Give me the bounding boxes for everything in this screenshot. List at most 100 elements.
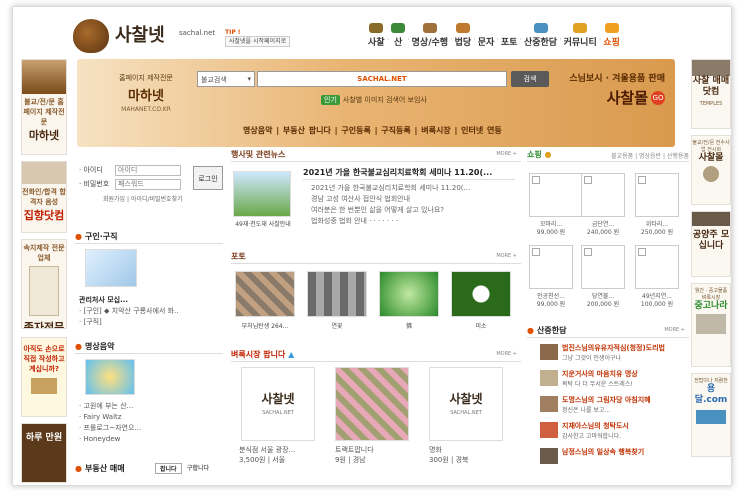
talk-item[interactable]: 남정스님의 일상속 행복찾기 — [540, 447, 690, 467]
photo-caption[interactable]: 연꽃 — [307, 321, 367, 330]
shop-category-links[interactable]: 불교용품 | 명상음반 | 산행용품 — [611, 151, 689, 160]
market-title[interactable]: 벼룩시장 팝니다 ▲ — [231, 349, 521, 360]
photo-thumb[interactable] — [235, 271, 295, 317]
tip-box[interactable]: TIP ! 사찰넷을 시작페이지로 — [225, 29, 291, 47]
list-item[interactable]: · 프롤로그~자연으... — [79, 423, 141, 434]
nav-temple[interactable]: 사찰 — [368, 23, 385, 53]
list-item[interactable]: 2021년 가을 한국불교심리치료학회 세미나 11.20(... — [311, 183, 470, 194]
market-item[interactable]: 사찰넷 SACHAL.NET — [429, 367, 503, 441]
site-logo[interactable]: 사찰넷 sachal.net — [73, 15, 215, 55]
more-link[interactable]: MORE + — [496, 351, 517, 357]
search-input[interactable]: SACHAL.NET — [257, 71, 507, 87]
search-category-select[interactable]: 불교검색 ▾ — [197, 71, 255, 87]
right-ad-mall[interactable]: 불교/전/문 전수사업 전시회 사찰몰 — [691, 135, 731, 205]
market-caption[interactable]: 분식점 서울 광장... 3,500원 | 서울 — [239, 445, 295, 465]
popular-text[interactable]: 사찰별 이미지 검색어 보임사 — [343, 96, 427, 104]
list-item[interactable]: 여러분은 한 번뿐인 삶을 어떻게 살고 있나요? — [311, 205, 470, 216]
estate-title[interactable]: ● 부동산 매매 팝니다 구합니다 — [75, 463, 225, 474]
item-logo: 사찰넷 — [261, 392, 295, 406]
more-link[interactable]: MORE + — [496, 253, 517, 259]
nav-community[interactable]: 커뮤니티 — [564, 23, 597, 53]
nav-meditation[interactable]: 명상/수행 — [412, 23, 448, 53]
sachal-mall-ad[interactable]: 스님보시 · 겨울용품 판매 사찰몰 GO — [569, 71, 665, 108]
left-ad-scroll[interactable]: 속지제작 전문업체 족자전문 — [21, 239, 67, 329]
news-caption[interactable]: 49재·천도재 사찰안내 — [231, 221, 295, 229]
market-caption[interactable]: 트랙트팝니다 9원 | 경남 — [335, 445, 374, 465]
shop-item[interactable] — [581, 245, 625, 289]
shop-caption[interactable]: 꼬마리... 99,000 원 — [529, 221, 573, 237]
music-title[interactable]: ● 명상음악 — [75, 341, 225, 352]
list-item[interactable]: · 고원에 부는 산... — [79, 401, 141, 412]
id-field[interactable] — [115, 164, 181, 176]
search-button[interactable]: 검색 — [511, 71, 549, 87]
shop-item[interactable] — [529, 173, 589, 217]
shop-caption[interactable]: 위타리... 250,000 원 — [635, 221, 679, 237]
talk-item[interactable]: 지운거사의 마음치유 명상 목탁 다 더 무서운 스트레스! — [540, 369, 690, 389]
tab-sell[interactable]: 팝니다 — [155, 463, 182, 474]
category-links[interactable]: 명상음악 | 부동산 팝니다 | 구인등록 | 구직등록 | 벼룩시장 | 인터… — [243, 125, 502, 136]
section-label: 부동산 매매 — [84, 464, 125, 473]
photo-caption[interactable]: 미소 — [451, 321, 511, 330]
password-field[interactable] — [115, 178, 181, 190]
pen-icon — [31, 378, 57, 394]
list-item[interactable]: 관리처사 모십... — [79, 295, 179, 306]
shop-caption[interactable]: 금단연... 240,000 원 — [581, 221, 625, 237]
shop-caption[interactable]: 당연불... 200,000 원 — [581, 293, 625, 309]
right-ad-truck[interactable]: 전탑이나 저렴한 용달.com — [691, 373, 731, 457]
list-item[interactable]: 경남 고성 여산사 접안식 법회안내 — [311, 194, 470, 205]
shop-item[interactable] — [529, 245, 573, 289]
tab-buy[interactable]: 구합니다 — [187, 463, 209, 472]
left-ad-handwriting[interactable]: 아직도 손으로 직접 작성하고 계십니까? — [21, 337, 67, 417]
mahanet-ad[interactable]: 홈페이지 제작전문 마하넷 MAHANET.CO.KR — [91, 73, 201, 133]
shop-caption[interactable]: 인공천선... 99,000 원 — [529, 293, 573, 309]
photo-thumb[interactable] — [307, 271, 367, 317]
photo-thumb[interactable] — [451, 271, 511, 317]
list-item[interactable]: · [구인] ◆ 치악산 구룡사에서 화.. — [79, 306, 179, 317]
ad-small: 속지제작 전문업체 — [23, 244, 65, 262]
list-item[interactable]: · Honeydew — [79, 434, 141, 445]
photo-title[interactable]: 포토 — [231, 251, 521, 262]
pw-label: · 비밀번호 — [79, 180, 110, 188]
news-title[interactable]: 행사및 관련뉴스 — [231, 149, 521, 160]
nav-talk[interactable]: 산중한담 — [524, 23, 557, 53]
photo-caption[interactable]: 佛 — [379, 321, 439, 330]
pagoda-image[interactable] — [233, 171, 291, 217]
set-homepage-link[interactable]: 사찰넷을 시작페이지로 — [225, 36, 291, 47]
more-link[interactable]: MORE + — [664, 327, 685, 333]
talk-item[interactable]: 지재아스님의 청탁도시 감사한고 고마워합니다. — [540, 421, 690, 441]
shop-item[interactable] — [581, 173, 625, 217]
market-caption[interactable]: 명화 300원 | 경북 — [429, 445, 469, 465]
left-ad-mahanet[interactable]: 불교/전/문 홈페이지 제작전문 마하넷 — [21, 59, 67, 155]
nav-photo[interactable]: 포토 — [501, 23, 517, 53]
photo-caption[interactable]: 부처님탄생 264... — [235, 321, 295, 330]
talk-item[interactable]: 도명스님의 그림자당 아침지혜 정신은 나를 보고... — [540, 395, 690, 415]
shop-item[interactable] — [635, 173, 679, 217]
shop-item[interactable] — [635, 245, 679, 289]
list-item[interactable]: 법화성중 법회 안내 · · · · · · · — [311, 216, 470, 227]
nav-mountain[interactable]: 산 — [391, 23, 406, 53]
mall-go-button[interactable]: GO — [651, 91, 665, 105]
left-ad-daily[interactable]: 하루 만원 — [21, 423, 67, 483]
login-button[interactable]: 로그인 — [193, 166, 223, 190]
right-ad-used[interactable]: 월간 · 중고물품 벼룩시장 중고나라 — [691, 283, 731, 367]
photo-thumb[interactable] — [379, 271, 439, 317]
cd-image — [85, 359, 135, 395]
ad-big: 용달.com — [694, 384, 728, 405]
member-links[interactable]: 회원가입 | 아이디/비밀번호찾기 — [79, 194, 227, 203]
market-item[interactable] — [335, 367, 409, 441]
right-ad-temple-trade[interactable]: 사찰 매매닷컴 TEMPLES — [691, 59, 731, 129]
jobs-title[interactable]: ● 구인·구직 — [75, 231, 225, 242]
more-link[interactable]: MORE + — [496, 151, 517, 157]
nav-text[interactable]: 문자 — [478, 23, 494, 53]
news-headline[interactable]: 2021년 가을 한국불교심리치료학회 세미나 11.20(... — [303, 167, 492, 178]
market-item[interactable]: 사찰넷 SACHAL.NET — [241, 367, 315, 441]
right-ad-cook[interactable]: 공양주 모십니다 — [691, 211, 731, 277]
left-ad-jiphyang[interactable]: 전화인/합격 합격자 음성 집향닷컴 — [21, 161, 67, 233]
talk-item[interactable]: 법진스님의유유자적심(청정)도리법 그냥 그것이 인생이구나 — [540, 343, 690, 363]
list-item[interactable]: · Fairy Waltz — [79, 412, 141, 423]
shop-caption[interactable]: 49년지연... 100,000 원 — [635, 293, 679, 309]
list-item[interactable]: · [구직] — [79, 317, 179, 328]
nav-dharma-hall[interactable]: 법당 — [454, 23, 472, 53]
nav-shopping[interactable]: 쇼핑 — [603, 23, 620, 53]
nav-label: 법당 — [454, 38, 472, 48]
